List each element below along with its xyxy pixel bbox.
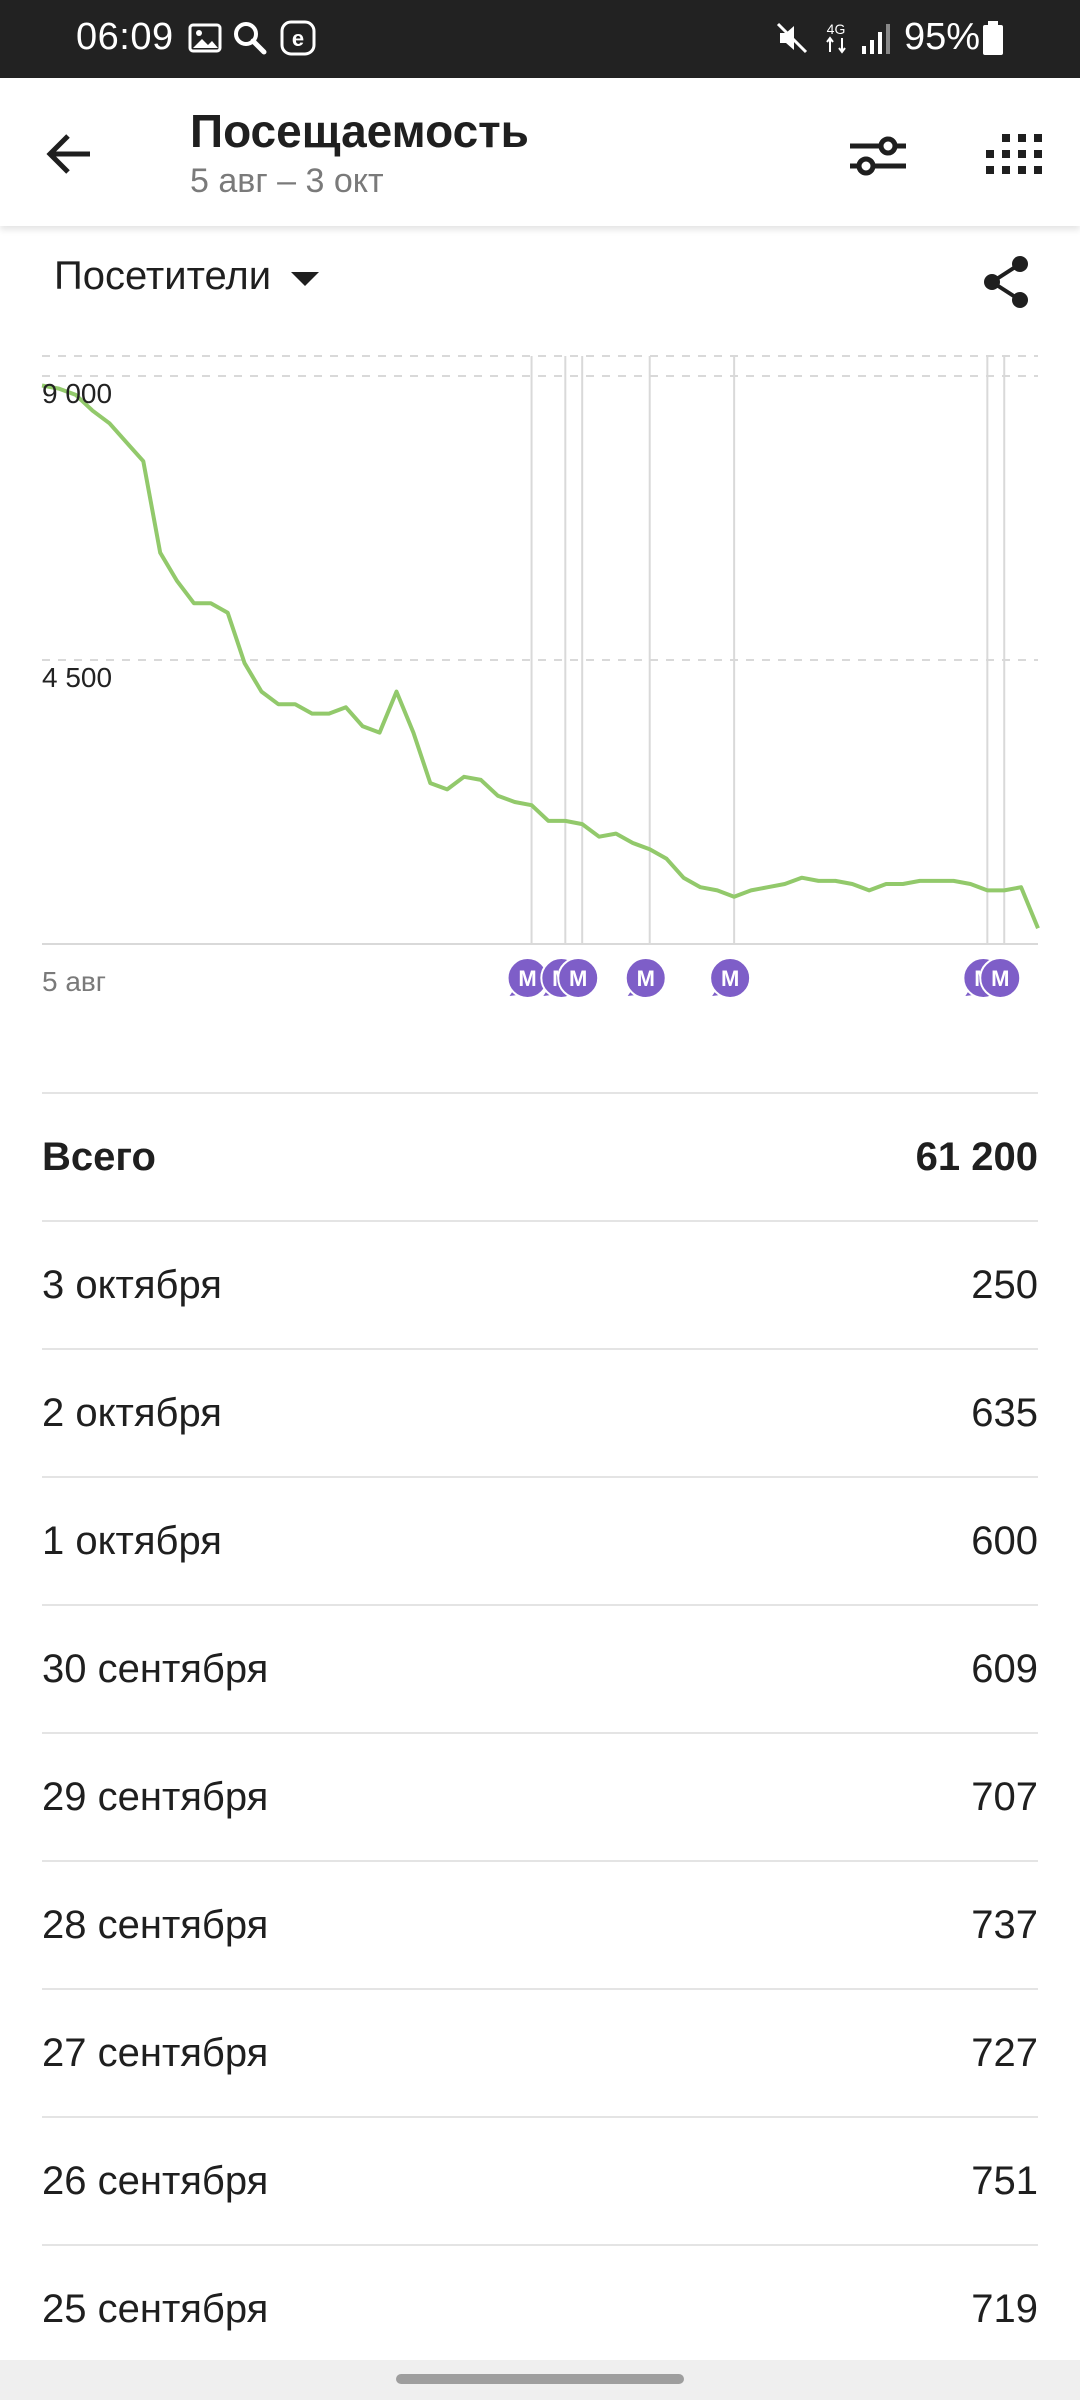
- event-marker-label: M: [721, 966, 739, 991]
- event-marker-label: M: [637, 966, 655, 991]
- row-value: 719: [971, 2286, 1038, 2331]
- row-date-label: 25 сентября: [42, 2286, 269, 2331]
- share-icon[interactable]: [978, 254, 1034, 310]
- chart-canvas: MMMMMMM: [41, 355, 1040, 999]
- event-marker[interactable]: M: [557, 957, 600, 999]
- status-time: 06:09: [76, 16, 174, 58]
- row-value: 635: [971, 1390, 1038, 1435]
- visitors-chart[interactable]: MMMMMMM 9 000 4 500 5 авг: [0, 340, 1080, 1030]
- date-range-subtitle[interactable]: 5 авг – 3 окт: [190, 162, 384, 201]
- signal-icon: [862, 24, 890, 54]
- table-row[interactable]: 3 октября 250: [42, 1220, 1038, 1348]
- status-bar: 06:09 e 4G 95%: [0, 0, 1080, 78]
- row-value: 707: [971, 1774, 1038, 1819]
- row-value: 600: [971, 1518, 1038, 1563]
- row-date-label: 3 октября: [42, 1262, 222, 1307]
- row-value: 250: [971, 1262, 1038, 1307]
- event-marker[interactable]: M: [979, 957, 1022, 999]
- row-date-label: 26 сентября: [42, 2158, 269, 2203]
- search-icon: [234, 22, 267, 55]
- filter-sliders-icon[interactable]: [846, 126, 910, 186]
- row-date-label: 2 октября: [42, 1390, 222, 1435]
- total-row: Всего 61 200: [42, 1092, 1038, 1220]
- event-marker[interactable]: M: [624, 957, 667, 999]
- home-gesture-handle[interactable]: [396, 2374, 684, 2384]
- event-marker-label: M: [518, 966, 536, 991]
- e-app-icon: e: [280, 20, 316, 56]
- row-value: 751: [971, 2158, 1038, 2203]
- metric-dropdown[interactable]: Посетители: [54, 254, 320, 299]
- series-line: [41, 383, 1040, 929]
- row-date-label: 1 октября: [42, 1518, 222, 1563]
- row-value: 609: [971, 1646, 1038, 1691]
- battery-percent: 95%: [904, 16, 981, 58]
- battery-icon: [983, 21, 1003, 55]
- row-date-label: 27 сентября: [42, 2030, 269, 2075]
- metric-dropdown-label: Посетители: [54, 254, 272, 298]
- caret-down-icon: [291, 271, 320, 286]
- svg-text:e: e: [292, 26, 304, 51]
- 4g-icon: 4G: [826, 21, 846, 54]
- event-marker-label: M: [569, 966, 587, 991]
- row-value: 727: [971, 2030, 1038, 2075]
- total-value: 61 200: [915, 1134, 1038, 1179]
- table-row[interactable]: 26 сентября 751: [42, 2116, 1038, 2244]
- table-row[interactable]: 30 сентября 609: [42, 1604, 1038, 1732]
- image-icon: [188, 23, 222, 53]
- y-tick-label: 9 000: [42, 378, 113, 409]
- table-row[interactable]: 1 октября 600: [42, 1476, 1038, 1604]
- row-value: 737: [971, 1902, 1038, 1947]
- row-date-label: 30 сентября: [42, 1646, 269, 1691]
- table-row[interactable]: 2 октября 635: [42, 1348, 1038, 1476]
- table-row[interactable]: 27 сентября 727: [42, 1988, 1038, 2116]
- event-marker[interactable]: M: [709, 957, 752, 999]
- svg-text:4G: 4G: [827, 21, 846, 37]
- visits-table: Всего 61 200 3 октября 250 2 октября 635 1 о…: [42, 1092, 1038, 2374]
- event-marker-label: M: [991, 966, 1009, 991]
- app-bar: Посещаемость 5 авг – 3 окт: [0, 78, 1080, 226]
- row-date-label: 28 сентября: [42, 1902, 269, 1947]
- grid-dots-icon[interactable]: [984, 126, 1048, 186]
- x-start-label: 5 авг: [42, 966, 107, 997]
- table-row[interactable]: 29 сентября 707: [42, 1732, 1038, 1860]
- mute-icon: [776, 22, 808, 54]
- table-row[interactable]: 28 сентября 737: [42, 1860, 1038, 1988]
- y-tick-label: 4 500: [42, 662, 113, 693]
- navigation-bar: [0, 2360, 1080, 2400]
- table-row[interactable]: 25 сентября 719: [42, 2244, 1038, 2372]
- page-title: Посещаемость: [190, 105, 529, 157]
- back-arrow-icon[interactable]: [40, 124, 100, 184]
- total-label: Всего: [42, 1134, 156, 1179]
- row-date-label: 29 сентября: [42, 1774, 269, 1819]
